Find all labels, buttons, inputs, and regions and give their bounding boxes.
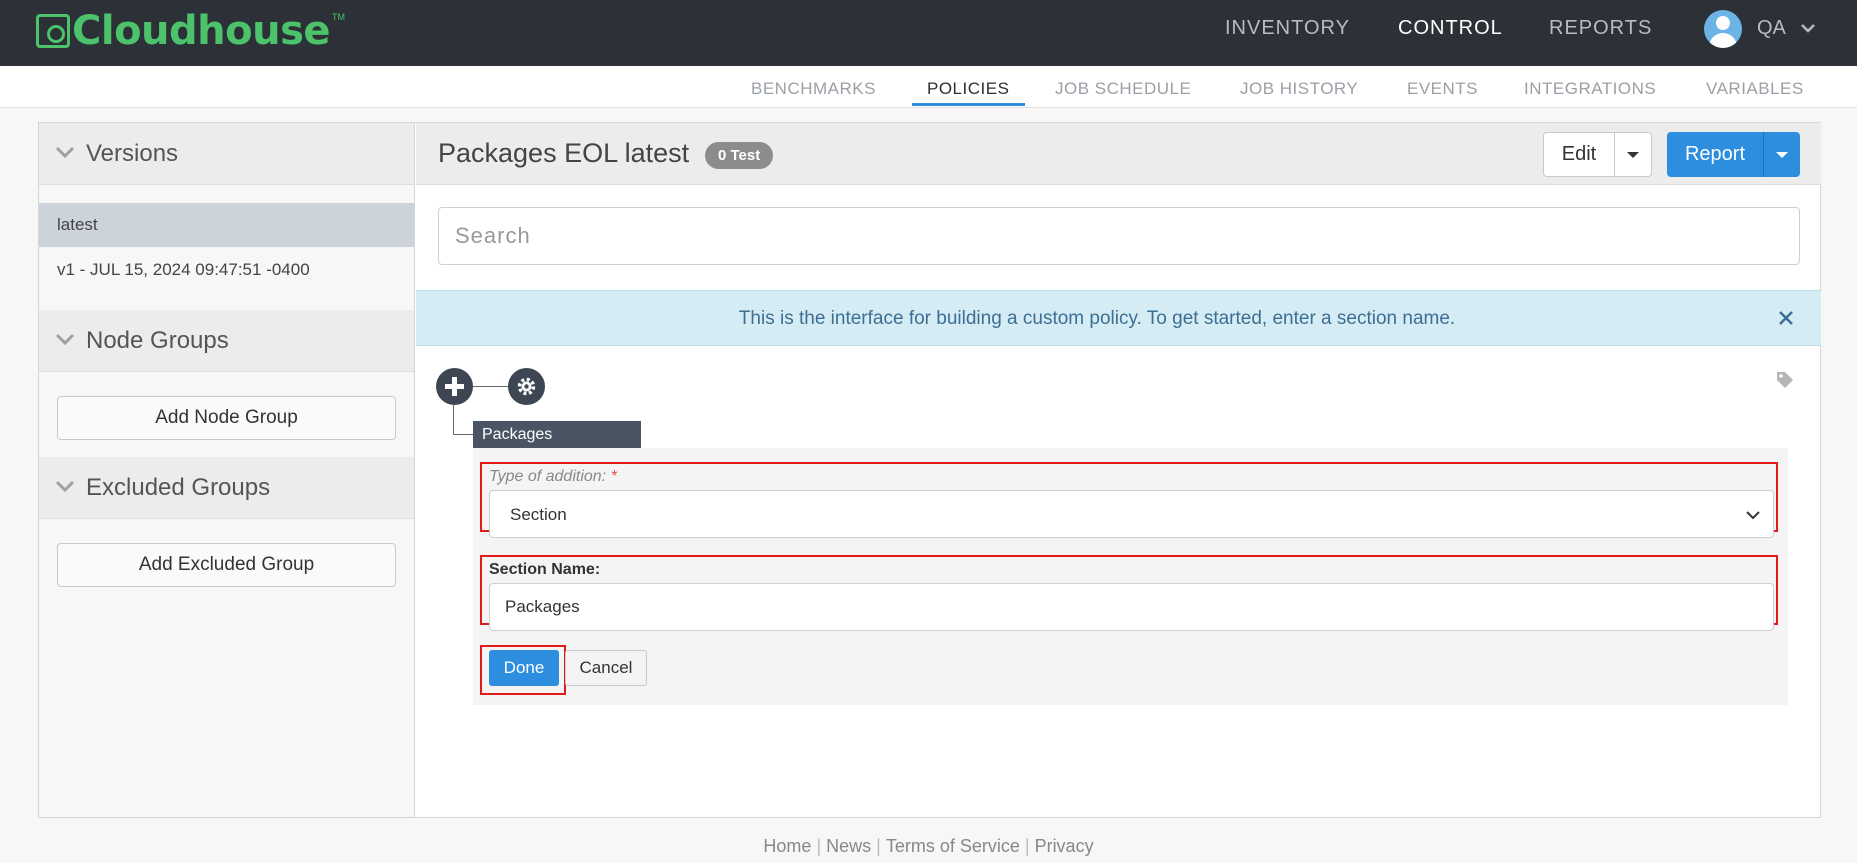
tab-job-schedule[interactable]: JOB SCHEDULE	[1055, 79, 1191, 99]
type-of-addition-select[interactable]: Section	[489, 490, 1774, 538]
caret-down-icon	[1627, 151, 1639, 158]
test-count-badge: 0 Test	[705, 142, 774, 169]
tag-icon[interactable]	[1775, 370, 1795, 390]
chevron-down-icon	[55, 333, 75, 346]
cloudhouse-logo[interactable]: Cloudhouse TM	[36, 6, 345, 56]
separator: |	[1024, 836, 1030, 856]
alert-text: This is the interface for building a cus…	[738, 308, 1456, 329]
versions-title: Versions	[86, 140, 179, 167]
user-avatar-icon[interactable]	[1704, 10, 1742, 48]
chevron-down-icon	[1746, 511, 1760, 520]
main-panel: Versions latest v1 - JUL 15, 2024 09:47:…	[38, 122, 1821, 818]
section-name-label: Section Name:	[489, 561, 601, 578]
add-node-group-button[interactable]: Add Node Group	[57, 396, 396, 440]
version-item-latest[interactable]: latest	[39, 203, 414, 247]
excluded-groups-header[interactable]: Excluded Groups	[39, 457, 414, 519]
tree-connector	[473, 386, 508, 387]
tab-benchmarks[interactable]: BENCHMARKS	[751, 79, 876, 99]
node-groups-title: Node Groups	[86, 327, 229, 354]
chevron-down-icon[interactable]	[1800, 20, 1816, 36]
add-node-button[interactable]	[436, 368, 473, 405]
tree-node-packages[interactable]: Packages	[473, 421, 641, 448]
done-button[interactable]: Done	[489, 650, 559, 686]
separator: |	[876, 836, 881, 856]
versions-header[interactable]: Versions	[39, 123, 414, 185]
logo-trademark: TM	[332, 12, 346, 22]
cancel-button[interactable]: Cancel	[565, 650, 647, 686]
report-button[interactable]: Report	[1667, 132, 1763, 177]
topnav-control[interactable]: CONTROL	[1398, 17, 1503, 40]
settings-button[interactable]	[508, 368, 545, 405]
edit-dropdown-button[interactable]	[1614, 132, 1652, 177]
chevron-down-icon	[55, 146, 75, 159]
add-excluded-group-button[interactable]: Add Excluded Group	[57, 543, 396, 587]
tab-policies[interactable]: POLICIES	[927, 79, 1009, 99]
chevron-down-icon	[55, 480, 75, 493]
policy-title: Packages EOL latest	[438, 138, 690, 168]
footer-link-privacy[interactable]: Privacy	[1035, 836, 1094, 856]
footer: Home | News | Terms of Service | Privacy	[0, 836, 1857, 857]
tree-connector	[453, 405, 454, 435]
topnav-reports[interactable]: REPORTS	[1549, 17, 1652, 40]
tree-connector	[453, 434, 473, 435]
section-name-input[interactable]	[489, 583, 1774, 631]
report-dropdown-button[interactable]	[1763, 132, 1800, 177]
caret-down-icon	[1776, 151, 1788, 158]
sidebar: Versions latest v1 - JUL 15, 2024 09:47:…	[39, 123, 415, 817]
logo-gear-icon	[36, 14, 70, 48]
tab-job-history[interactable]: JOB HISTORY	[1240, 79, 1358, 99]
logo-text: Cloudhouse	[72, 8, 331, 54]
footer-link-home[interactable]: Home	[763, 836, 811, 856]
info-alert: This is the interface for building a cus…	[416, 290, 1821, 346]
topnav-inventory[interactable]: INVENTORY	[1225, 17, 1350, 40]
tab-integrations[interactable]: INTEGRATIONS	[1524, 79, 1656, 99]
footer-link-terms[interactable]: Terms of Service	[886, 836, 1020, 856]
add-section-form: Type of addition: * Section Section Name…	[473, 448, 1788, 705]
excluded-groups-title: Excluded Groups	[86, 474, 271, 501]
version-item-v1[interactable]: v1 - JUL 15, 2024 09:47:51 -0400	[39, 248, 414, 292]
user-name[interactable]: QA	[1757, 17, 1786, 40]
edit-button[interactable]: Edit	[1543, 132, 1615, 177]
footer-link-news[interactable]: News	[826, 836, 871, 856]
tab-events[interactable]: EVENTS	[1407, 79, 1478, 99]
required-marker: *	[610, 468, 617, 485]
plus-icon	[445, 377, 464, 396]
top-navbar: Cloudhouse TM INVENTORY CONTROL REPORTS …	[0, 0, 1857, 66]
tab-variables[interactable]: VARIABLES	[1706, 79, 1804, 99]
active-tab-indicator	[912, 103, 1025, 106]
node-groups-header[interactable]: Node Groups	[39, 310, 414, 372]
type-select-value: Section	[510, 505, 567, 524]
sub-navbar: BENCHMARKS POLICIES JOB SCHEDULE JOB HIS…	[0, 66, 1857, 108]
gear-icon	[517, 377, 536, 396]
type-of-addition-label: Type of addition: *	[489, 468, 617, 486]
separator: |	[816, 836, 822, 856]
policy-content: Packages EOL latest 0 Test Edit Report T…	[416, 123, 1821, 817]
type-label-text: Type of addition:	[489, 468, 607, 485]
policy-header: Packages EOL latest 0 Test Edit Report	[416, 123, 1821, 185]
search-input[interactable]	[438, 207, 1800, 265]
close-icon[interactable]	[1775, 307, 1797, 329]
